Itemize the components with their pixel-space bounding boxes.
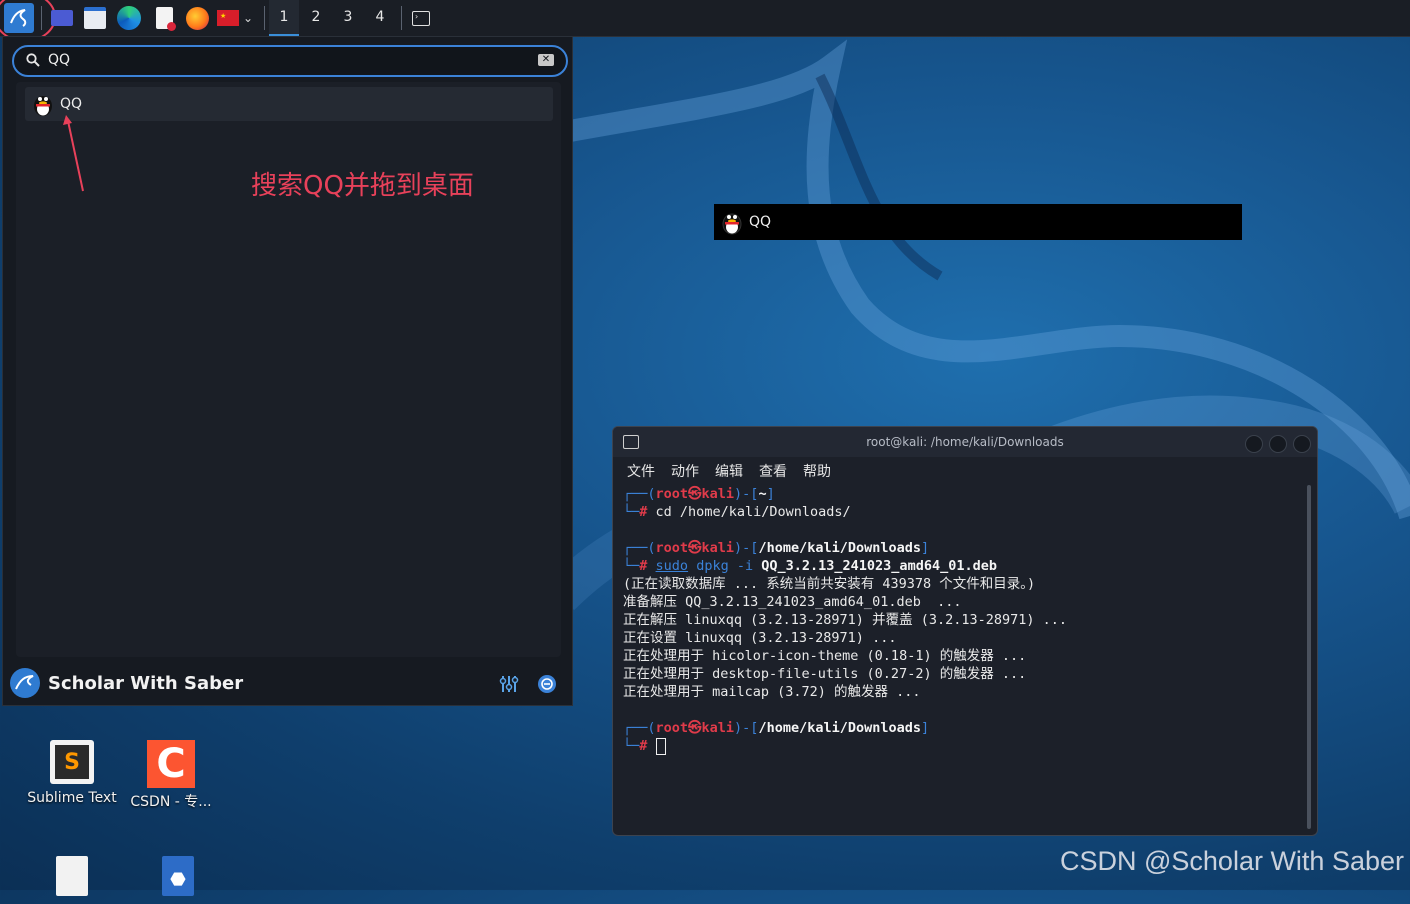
qq-penguin-icon <box>722 213 742 235</box>
menu-view[interactable]: 查看 <box>759 461 787 481</box>
command-line: └─# cd /home/kali/Downloads/ <box>623 504 851 520</box>
workspace-2[interactable]: 2 <box>301 0 331 34</box>
desktop-icon-label: CSDN - 专... <box>130 794 212 810</box>
close-button[interactable] <box>1293 435 1311 453</box>
dropdown-chevron-icon[interactable]: ⌄ <box>238 5 258 31</box>
avatar <box>10 668 40 698</box>
settings-manager-icon[interactable] <box>498 673 520 695</box>
result-label: QQ <box>60 96 83 112</box>
text-editor-icon[interactable] <box>151 5 177 31</box>
command-line: └─# <box>623 737 1303 755</box>
output-line: 准备解压 QQ_3.2.13_241023_amd64_01.deb ... <box>623 594 962 610</box>
minimize-button[interactable] <box>1245 435 1263 453</box>
terminal-scrollbar[interactable] <box>1307 485 1311 829</box>
output-line: 正在设置 linuxqq (3.2.13-28971) ... <box>623 630 897 646</box>
search-input[interactable]: QQ ✕ <box>12 45 568 77</box>
command-line: └─# sudo dpkg -i QQ_3.2.13_241023_amd64_… <box>623 558 997 574</box>
result-item-qq[interactable]: QQ <box>25 87 553 121</box>
show-desktop-icon[interactable] <box>49 5 75 31</box>
output-line: (正在读取数据库 ... 系统当前共安装有 439378 个文件和目录。) <box>623 576 1036 592</box>
menu-help[interactable]: 帮助 <box>803 461 831 481</box>
edge-browser-icon[interactable] <box>116 5 142 31</box>
menu-edit[interactable]: 编辑 <box>715 461 743 481</box>
qq-penguin-icon <box>34 96 52 116</box>
file-manager-icon[interactable] <box>82 5 108 31</box>
panel-separator <box>41 6 42 30</box>
desktop-icon-csdn[interactable]: C CSDN - 专... <box>121 740 221 811</box>
drag-ghost-label: QQ <box>749 214 772 230</box>
terminal-title: root@kali: /home/kali/Downloads <box>866 435 1064 449</box>
terminal-titlebar[interactable]: root@kali: /home/kali/Downloads <box>613 427 1317 457</box>
terminal-task-icon[interactable]: › <box>408 5 434 31</box>
output-line: 正在解压 linuxqq (3.2.13-28971) 并覆盖 (3.2.13-… <box>623 612 1067 628</box>
prompt-line: ┌──(root㉿kali)-[/home/kali/Downloads] <box>623 720 930 736</box>
menu-file[interactable]: 文件 <box>627 461 655 481</box>
firefox-icon[interactable] <box>184 5 210 31</box>
search-icon <box>26 53 40 67</box>
kali-avatar-icon <box>15 675 34 690</box>
menu-action[interactable]: 动作 <box>671 461 699 481</box>
application-menu: QQ ✕ QQ 搜索QQ并拖到桌面 Scholar With Saber <box>2 36 573 706</box>
clear-search-icon[interactable]: ✕ <box>538 54 554 66</box>
terminal-cursor <box>655 737 666 755</box>
top-panel: ★ ⌄ 1 2 3 4 › <box>0 0 1410 42</box>
prompt-line: ┌──(root㉿kali)-[/home/kali/Downloads] <box>623 540 930 556</box>
output-line: 正在处理用于 mailcap (3.72) 的触发器 ... <box>623 684 921 700</box>
drag-ghost-qq: QQ <box>714 204 1242 240</box>
workspace-4[interactable]: 4 <box>365 0 395 34</box>
workspace-3[interactable]: 3 <box>333 0 363 34</box>
prompt-line: ┌──(root㉿kali)-[~] <box>623 486 775 502</box>
maximize-button[interactable] <box>1269 435 1287 453</box>
terminal-window: root@kali: /home/kali/Downloads 文件 动作 编辑… <box>612 426 1318 836</box>
output-line: 正在处理用于 hicolor-icon-theme (0.18-1) 的触发器 … <box>623 648 1027 664</box>
output-line: 正在处理用于 desktop-file-utils (0.27-2) 的触发器 … <box>623 666 1027 682</box>
desktop-icon-label: Sublime Text <box>27 790 117 806</box>
panel-separator <box>401 6 402 30</box>
terminal-output[interactable]: ┌──(root㉿kali)-[~] └─# cd /home/kali/Dow… <box>623 485 1303 755</box>
panel-separator <box>264 6 265 30</box>
document-file-icon[interactable] <box>56 856 88 896</box>
workspace-1[interactable]: 1 <box>269 0 299 36</box>
annotation-arrow <box>63 115 84 192</box>
sublime-text-icon: S <box>50 740 94 784</box>
watermark: CSDN @Scholar With Saber <box>1059 846 1404 876</box>
annotation-text: 搜索QQ并拖到桌面 <box>251 171 474 201</box>
desktop-icon-sublime-text[interactable]: S Sublime Text <box>22 740 122 806</box>
logout-icon[interactable] <box>536 673 558 695</box>
python-file-icon[interactable]: ⬣ <box>162 856 194 896</box>
user-name: Scholar With Saber <box>48 673 244 694</box>
csdn-icon: C <box>147 740 195 788</box>
search-query: QQ <box>48 52 71 68</box>
